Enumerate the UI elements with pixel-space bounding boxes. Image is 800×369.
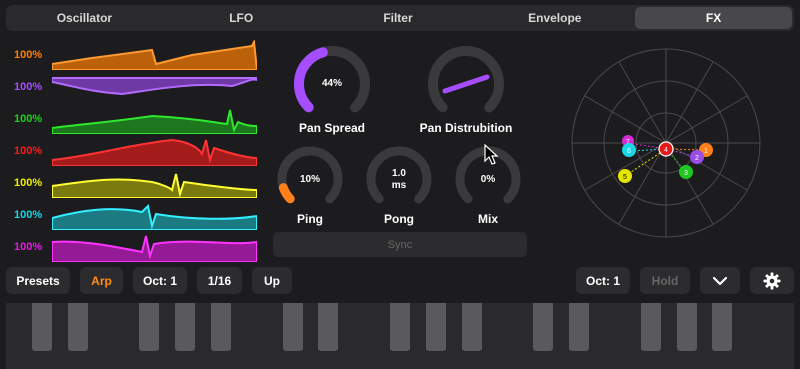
- pan-polar-display: 7 6 5 4 1 2 3: [571, 48, 761, 238]
- white-key[interactable]: [758, 303, 795, 369]
- svg-text:4: 4: [664, 147, 668, 154]
- pan-node-5[interactable]: 5: [618, 169, 632, 183]
- wave-level-1[interactable]: 100%: [14, 49, 42, 61]
- piano-keyboard: [6, 303, 795, 369]
- tab-fx[interactable]: FX: [635, 7, 792, 29]
- rate-button[interactable]: 1/16: [197, 267, 242, 294]
- black-key[interactable]: [425, 303, 446, 351]
- expand-button[interactable]: [700, 267, 740, 294]
- sync-button[interactable]: Sync: [273, 232, 527, 257]
- gear-icon: [763, 272, 781, 289]
- black-key[interactable]: [175, 303, 196, 351]
- pong-unit: ms: [391, 180, 407, 191]
- black-key[interactable]: [67, 303, 88, 351]
- pan-distribution-knob[interactable]: [426, 44, 506, 124]
- tab-envelope[interactable]: Envelope: [476, 5, 633, 31]
- svg-text:6: 6: [627, 148, 631, 155]
- arp-button[interactable]: Arp: [80, 267, 123, 294]
- tab-bar: Oscillator LFO Filter Envelope FX: [6, 5, 794, 31]
- pan-spread-value: 44%: [321, 78, 342, 89]
- mix-value: 0%: [480, 174, 496, 185]
- pan-node-4[interactable]: 4: [658, 141, 674, 157]
- waveform-1: [52, 40, 257, 70]
- black-key[interactable]: [533, 303, 554, 351]
- pan-node-2[interactable]: 2: [690, 150, 704, 164]
- tab-oscillator[interactable]: Oscillator: [6, 5, 163, 31]
- wave-level-4[interactable]: 100%: [14, 145, 42, 157]
- svg-text:2: 2: [695, 155, 699, 162]
- pan-distribution-label: Pan Distrubition: [419, 121, 513, 135]
- pan-node-3[interactable]: 3: [679, 165, 693, 179]
- wave-level-6[interactable]: 100%: [14, 209, 42, 221]
- black-key[interactable]: [390, 303, 410, 351]
- tab-lfo[interactable]: LFO: [163, 5, 320, 31]
- black-key[interactable]: [139, 303, 160, 351]
- wave-level-7[interactable]: 100%: [14, 241, 42, 253]
- svg-text:3: 3: [684, 170, 688, 177]
- black-key[interactable]: [640, 303, 661, 351]
- tab-filter[interactable]: Filter: [320, 5, 477, 31]
- black-key[interactable]: [31, 303, 52, 351]
- black-key[interactable]: [282, 303, 303, 351]
- black-key[interactable]: [210, 303, 231, 351]
- waveform-6: [52, 203, 257, 230]
- black-key[interactable]: [569, 303, 590, 351]
- waveform-3: [52, 109, 257, 134]
- waveform-list: 100% 100% 100% 100% 100% 100% 100%: [0, 38, 265, 262]
- mouse-cursor-icon: [484, 144, 499, 165]
- pan-node-6[interactable]: 6: [622, 143, 636, 157]
- settings-button[interactable]: [750, 267, 794, 294]
- hold-button[interactable]: Hold: [640, 267, 690, 294]
- waveform-5: [52, 173, 257, 198]
- chevron-down-icon: [713, 276, 727, 285]
- svg-text:1: 1: [704, 148, 708, 155]
- wave-level-5[interactable]: 100%: [14, 177, 42, 189]
- pong-knob[interactable]: [364, 144, 434, 214]
- black-key[interactable]: [461, 303, 482, 351]
- wave-level-2[interactable]: 100%: [14, 81, 42, 93]
- direction-button[interactable]: Up: [252, 267, 292, 294]
- black-key[interactable]: [318, 303, 339, 351]
- waveform-4: [52, 138, 257, 166]
- wave-level-3[interactable]: 100%: [14, 113, 42, 125]
- waveform-7: [52, 235, 257, 262]
- black-key[interactable]: [676, 303, 697, 351]
- ping-value: 10%: [299, 174, 320, 185]
- waveform-2: [52, 77, 257, 96]
- black-key[interactable]: [712, 303, 733, 351]
- svg-text:5: 5: [623, 174, 627, 181]
- mix-label: Mix: [477, 212, 498, 226]
- octave-left-button[interactable]: Oct: 1: [133, 267, 187, 294]
- octave-right-button[interactable]: Oct: 1: [576, 267, 630, 294]
- presets-button[interactable]: Presets: [6, 267, 70, 294]
- pan-spread-label: Pan Spread: [298, 121, 366, 135]
- pong-value: 1.0: [392, 168, 406, 179]
